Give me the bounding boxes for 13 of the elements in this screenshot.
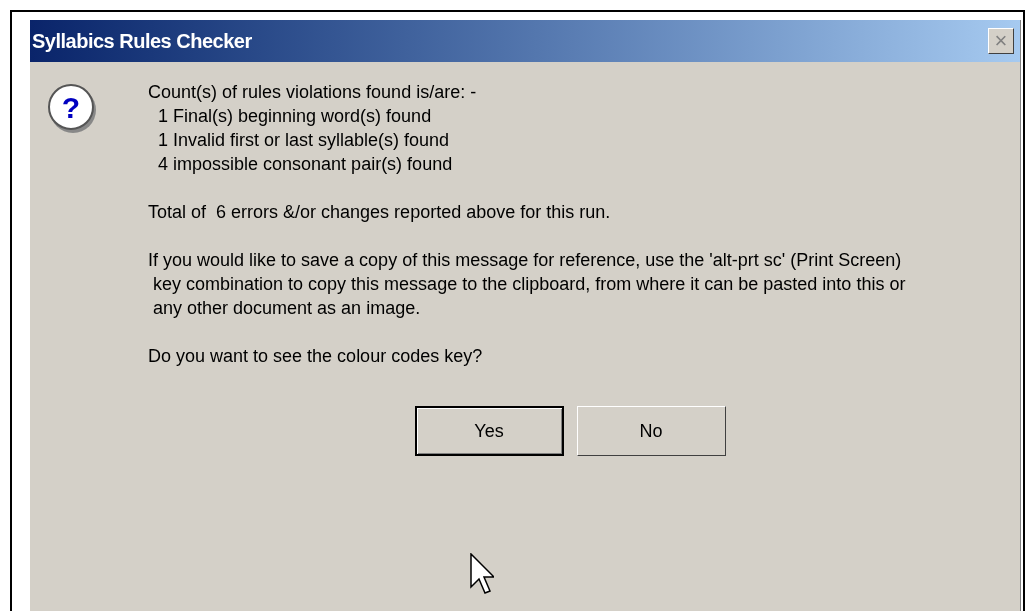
message-text: any other document as an image. — [152, 297, 422, 320]
message-text: 1 Final(s) beginning word(s) found — [157, 105, 433, 128]
dialog-button[interactable]: No — [576, 406, 726, 456]
message-text: Total of 6 errors &/or changes reported above for this run. — [148, 201, 612, 224]
message-text: key combination to copy this message to the clipboard, from where it can be pasted into this or — [152, 273, 906, 296]
message-text: Do you want to see the colour codes key? — [148, 345, 484, 368]
question-icon: ? — [48, 84, 94, 130]
dialog-button[interactable]: Yes — [414, 406, 564, 456]
message-text: Count(s) of rules violations found is/are: - — [148, 81, 478, 104]
message-text: 1 Invalid first or last syllable(s) found — [157, 129, 451, 152]
window-title: Syllabics Rules Checker — [32, 29, 252, 54]
message-text: 4 impossible consonant pair(s) found — [157, 153, 454, 176]
message-text: If you would like to save a copy of this message for reference, use the 'alt-prt sc' (Print Screen) — [148, 249, 903, 272]
